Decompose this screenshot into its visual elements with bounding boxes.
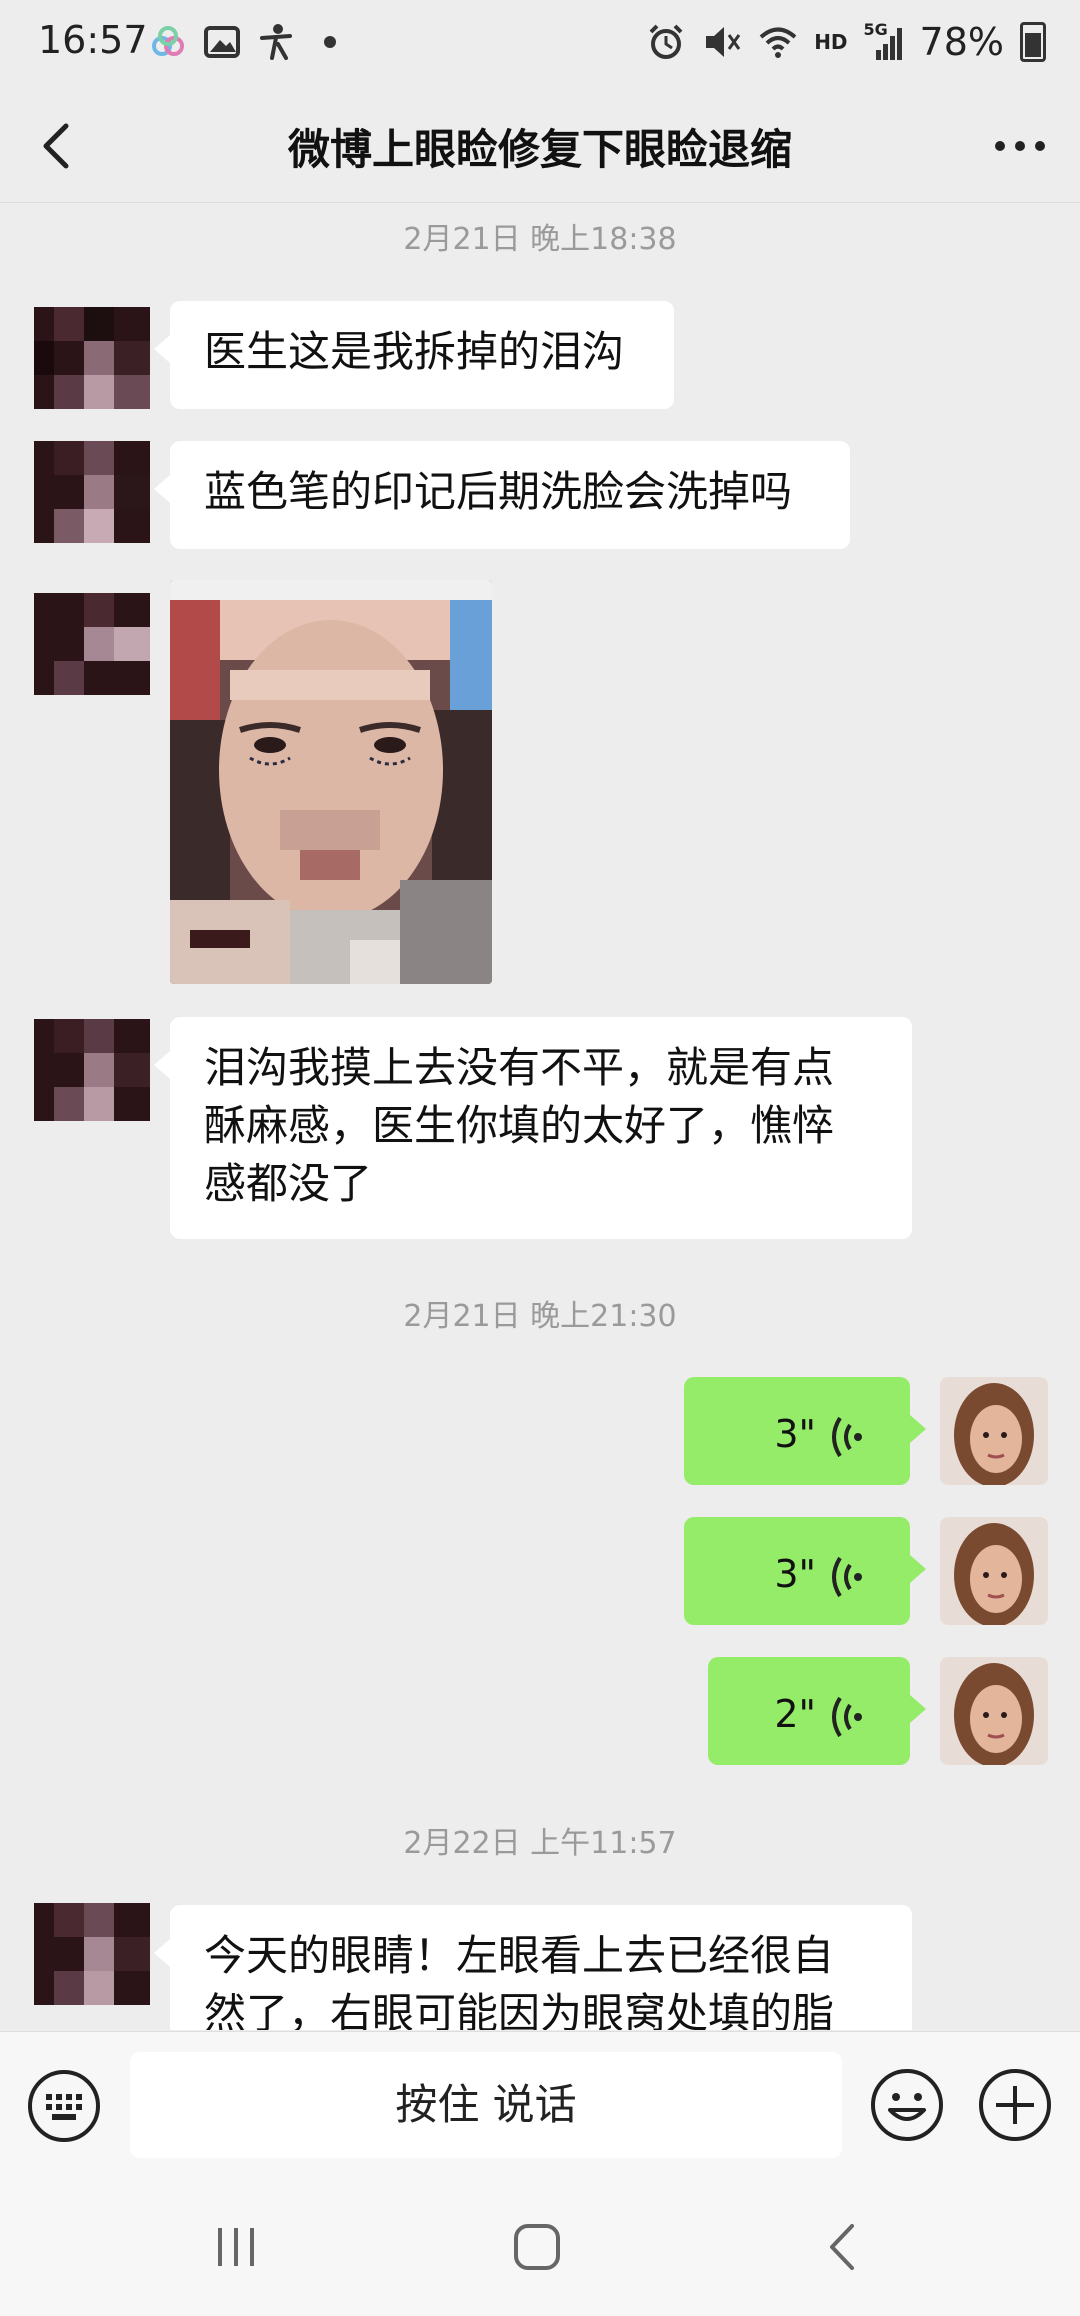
contact-avatar[interactable] bbox=[34, 1903, 150, 2005]
wifi-icon bbox=[759, 27, 797, 58]
recent-apps-icon[interactable] bbox=[214, 2224, 258, 2270]
emoji-icon[interactable] bbox=[868, 2066, 946, 2144]
battery-percent: 78% bbox=[919, 20, 1004, 64]
accessibility-icon bbox=[260, 24, 292, 60]
status-right: HD 5G 78% bbox=[646, 20, 1046, 64]
dot-icon bbox=[324, 36, 336, 48]
message-text-line: 今天的眼睛！左眼看上去已经很自 bbox=[204, 1931, 835, 1980]
voice-wave-icon bbox=[832, 1696, 862, 1737]
contact-avatar[interactable] bbox=[34, 441, 150, 543]
voice-duration: 2" bbox=[774, 1692, 816, 1736]
message-bubble[interactable]: 今天的眼睛！左眼看上去已经很自 然了，右眼可能因为眼窝处填的脂 bbox=[154, 1905, 912, 2030]
more-dots-icon[interactable] bbox=[990, 118, 1050, 174]
plus-icon[interactable] bbox=[976, 2066, 1054, 2144]
message-bubble[interactable]: 医生这是我拆掉的泪沟 bbox=[154, 301, 674, 409]
contact-avatar[interactable] bbox=[34, 1019, 150, 1121]
message-text-line: 然了，右眼可能因为眼窝处填的脂 bbox=[204, 1989, 835, 2030]
timestamp: 2月21日 晚上21:30 bbox=[403, 1299, 677, 1334]
message-text: 蓝色笔的印记后期洗脸会洗掉吗 bbox=[204, 467, 793, 516]
voice-duration: 3" bbox=[774, 1412, 816, 1456]
nav-back-icon[interactable] bbox=[822, 2222, 862, 2272]
message-text-line: 泪沟我摸上去没有不平，就是有点 bbox=[204, 1043, 835, 1092]
status-bar: 16:57 HD 5G 78% bbox=[0, 0, 1080, 90]
status-time: 16:57 bbox=[38, 18, 148, 62]
message-text: 医生这是我拆掉的泪沟 bbox=[204, 327, 625, 376]
message-text-line: 感都没了 bbox=[204, 1159, 373, 1208]
mute-icon bbox=[706, 27, 741, 57]
alarm-icon bbox=[649, 24, 683, 59]
my-avatar[interactable] bbox=[940, 1377, 1048, 1485]
voice-message[interactable]: 2" bbox=[708, 1657, 926, 1765]
status-left-icons bbox=[148, 22, 350, 62]
gallery-icon bbox=[204, 26, 240, 58]
voice-message[interactable]: 3" bbox=[684, 1517, 926, 1625]
keyboard-icon[interactable] bbox=[26, 2068, 102, 2144]
voice-wave-icon bbox=[832, 1556, 862, 1597]
chat-title: 微博上眼睑修复下眼睑退缩 bbox=[287, 125, 792, 174]
battery-icon bbox=[1020, 22, 1046, 62]
chat-area[interactable]: 2月21日 晚上18:38 医生这是我拆掉的泪沟 蓝色笔的印记后期洗脸会洗掉吗 bbox=[0, 203, 1080, 2030]
signal-icon: 5G bbox=[864, 20, 904, 62]
message-bubble[interactable]: 蓝色笔的印记后期洗脸会洗掉吗 bbox=[154, 441, 850, 549]
contact-avatar[interactable] bbox=[34, 307, 150, 409]
input-bar: 按住 说话 bbox=[0, 2031, 1080, 2182]
image-message[interactable] bbox=[170, 580, 492, 984]
timestamp: 2月21日 晚上18:38 bbox=[403, 222, 677, 257]
voice-wave-icon bbox=[832, 1416, 862, 1457]
hold-to-talk-button[interactable]: 按住 说话 bbox=[130, 2052, 842, 2158]
voice-duration: 3" bbox=[774, 1552, 816, 1596]
message-text-line: 酥麻感，医生你填的太好了，憔悴 bbox=[204, 1101, 835, 1150]
system-nav-bar bbox=[0, 2182, 1080, 2316]
voice-message[interactable]: 3" bbox=[684, 1377, 926, 1485]
home-icon[interactable] bbox=[512, 2222, 562, 2272]
my-avatar[interactable] bbox=[940, 1657, 1048, 1765]
chat-header: 微博上眼睑修复下眼睑退缩 bbox=[0, 90, 1080, 203]
my-avatar[interactable] bbox=[940, 1517, 1048, 1625]
timestamp: 2月22日 上午11:57 bbox=[403, 1826, 677, 1861]
cloud-app-icon bbox=[152, 26, 184, 56]
network-type: HD bbox=[814, 30, 848, 54]
message-bubble[interactable]: 泪沟我摸上去没有不平，就是有点 酥麻感，医生你填的太好了，憔悴 感都没了 bbox=[154, 1017, 912, 1239]
contact-avatar[interactable] bbox=[34, 593, 150, 695]
